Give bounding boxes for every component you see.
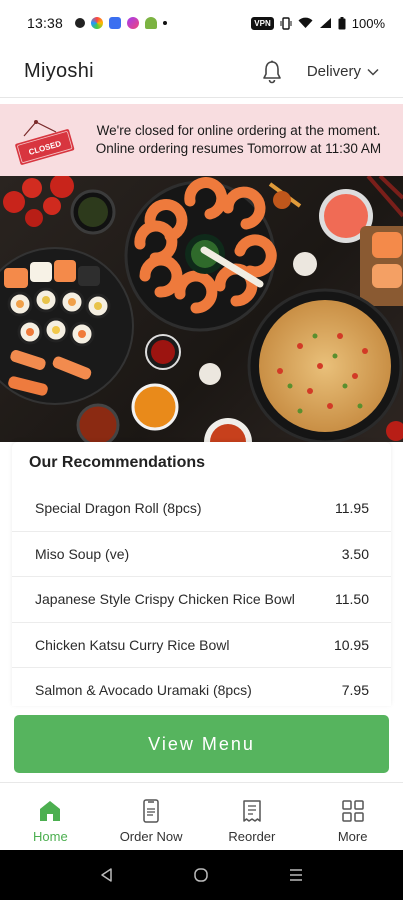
home-circle-icon[interactable] bbox=[193, 867, 209, 883]
recommendations-title: Our Recommendations bbox=[29, 454, 206, 471]
cellular-status-icon bbox=[319, 18, 331, 28]
recommendations-card: Our Recommendations Special Dragon Roll … bbox=[12, 442, 391, 706]
photos-status-icon bbox=[91, 17, 104, 29]
bell-icon[interactable] bbox=[259, 59, 285, 85]
back-icon[interactable] bbox=[99, 867, 115, 883]
recommendation-price: 11.95 bbox=[335, 500, 369, 517]
delivery-mode-dropdown[interactable]: Delivery bbox=[307, 63, 379, 80]
order-icon bbox=[143, 799, 159, 823]
nav-more-label: More bbox=[337, 829, 368, 844]
vibrate-status-icon bbox=[280, 16, 292, 30]
recommendation-item[interactable]: Salmon & Avocado Uramaki (8pcs) 7.95 bbox=[12, 668, 391, 706]
closed-banner: CLOSED We're closed for online ordering … bbox=[0, 104, 403, 176]
nav-order-now[interactable]: Order Now bbox=[101, 783, 202, 850]
closed-message-line2: Online ordering resumes Tomorrow at 11:3… bbox=[95, 141, 382, 156]
messenger-status-icon bbox=[127, 17, 140, 29]
vpn-status-icon: VPN bbox=[251, 16, 274, 30]
wifi-status-icon bbox=[298, 17, 313, 28]
recommendation-name: Miso Soup (ve) bbox=[35, 545, 130, 562]
view-menu-button[interactable]: View Menu bbox=[14, 715, 389, 773]
recommendation-item[interactable]: Miso Soup (ve) 3.50 bbox=[12, 532, 391, 577]
system-nav-bar bbox=[0, 850, 403, 900]
home-icon bbox=[40, 801, 61, 821]
hero-food-image bbox=[0, 176, 403, 442]
receipt-icon bbox=[243, 800, 261, 822]
settings-status-icon bbox=[75, 18, 86, 28]
status-time: 13:38 bbox=[27, 15, 64, 31]
nav-reorder[interactable]: Reorder bbox=[202, 783, 303, 850]
bottom-nav: Home Order Now Reorder More bbox=[0, 782, 403, 850]
nav-home-label: Home bbox=[33, 829, 68, 844]
nav-home[interactable]: Home bbox=[0, 783, 101, 850]
recents-icon[interactable] bbox=[288, 867, 304, 883]
nav-reorder-label: Reorder bbox=[228, 829, 276, 844]
status-bar: 13:38 VPN 100% bbox=[0, 0, 403, 46]
recommendation-price: 3.50 bbox=[341, 545, 369, 562]
recommendation-item[interactable]: Chicken Katsu Curry Rice Bowl 10.95 bbox=[12, 623, 391, 668]
recommendation-price: 7.95 bbox=[341, 682, 369, 699]
food-illustration bbox=[0, 176, 403, 442]
delivery-mode-label: Delivery bbox=[306, 63, 361, 80]
recommendation-name: Chicken Katsu Curry Rice Bowl bbox=[35, 636, 230, 653]
recommendation-name: Salmon & Avocado Uramaki (8pcs) bbox=[35, 682, 252, 699]
battery-percent: 100% bbox=[351, 15, 385, 31]
grid-icon bbox=[341, 800, 364, 822]
recommendation-price: 10.95 bbox=[333, 636, 369, 653]
closed-message: We're closed for online ordering at the … bbox=[82, 122, 395, 158]
android-status-icon bbox=[145, 17, 158, 29]
more-notifications-dot-icon bbox=[163, 21, 168, 25]
battery-status-icon bbox=[338, 16, 346, 29]
recommendation-item[interactable]: Special Dragon Roll (8pcs) 11.95 bbox=[12, 486, 391, 532]
nav-more[interactable]: More bbox=[302, 783, 403, 850]
recommendation-item[interactable]: Japanese Style Crispy Chicken Rice Bowl … bbox=[12, 577, 391, 623]
closed-message-line1: We're closed for online ordering at the … bbox=[96, 123, 381, 138]
nav-order-now-label: Order Now bbox=[119, 829, 183, 844]
recommendation-name: Special Dragon Roll (8pcs) bbox=[35, 500, 202, 517]
recommendation-price: 11.50 bbox=[335, 591, 369, 608]
meet-status-icon bbox=[109, 17, 122, 29]
recommendation-name: Japanese Style Crispy Chicken Rice Bowl bbox=[35, 591, 295, 608]
app-header: Miyoshi Delivery bbox=[0, 46, 403, 98]
chevron-down-icon bbox=[367, 68, 379, 76]
restaurant-name: Miyoshi bbox=[24, 60, 94, 82]
closed-sign-icon: CLOSED bbox=[15, 120, 75, 165]
recommendations-list: Special Dragon Roll (8pcs) 11.95 Miso So… bbox=[12, 486, 391, 706]
